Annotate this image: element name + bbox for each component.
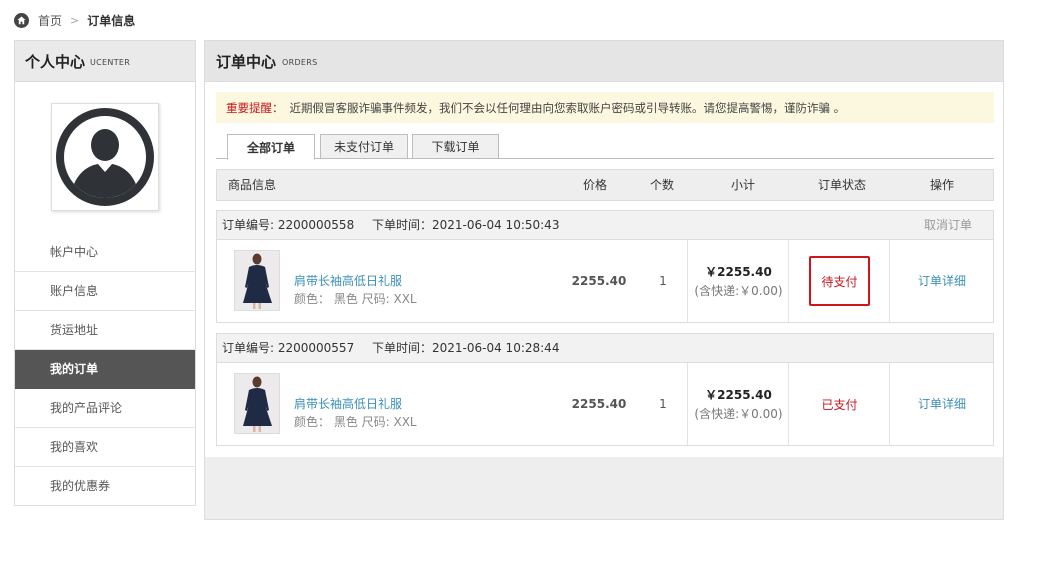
product-qty: 1	[659, 274, 667, 288]
product-thumbnail[interactable]	[234, 250, 280, 311]
shipping-fee: (含快递:￥0.00)	[694, 284, 783, 298]
column-header-status: 订单状态	[818, 178, 867, 192]
sidebar-nav: 帐户中心 账户信息 货运地址 我的订单 我的产品评论 我的喜欢 我的优惠券	[15, 233, 195, 506]
main-body: 重要提醒： 近期假冒客服诈骗事件频发，我们不会以任何理由向您索取账户密码或引导转…	[205, 82, 1003, 457]
product-price: 2255.40	[571, 274, 627, 288]
tab-download-orders[interactable]: 下载订单	[412, 134, 499, 159]
sidebar-header: 个人中心 UCENTER	[15, 41, 195, 82]
product-name-link[interactable]: 肩带长袖高低日礼服	[294, 272, 402, 289]
tab-all-orders[interactable]: 全部订单	[227, 134, 315, 160]
tab-unpaid-orders[interactable]: 未支付订单	[320, 134, 408, 159]
breadcrumb-current: 订单信息	[87, 13, 136, 28]
order-item-row: 肩带长袖高低日礼服 颜色： 黑色 尺码: XXL 2255.40 1 ￥2255…	[217, 363, 993, 445]
sidebar-item-account-center[interactable]: 帐户中心	[15, 233, 195, 272]
sidebar-item-account-info[interactable]: 账户信息	[15, 272, 195, 311]
order-tabs: 全部订单 未支付订单 下载订单	[216, 131, 994, 160]
sidebar-item-shipping-address[interactable]: 货运地址	[15, 311, 195, 350]
product-name-link[interactable]: 肩带长袖高低日礼服	[294, 395, 402, 412]
order-detail-link[interactable]: 订单详细	[890, 363, 994, 445]
column-header-subtotal: 小计	[731, 178, 756, 192]
order-header: 订单编号: 2200000558 下单时间：2021-06-04 10:50:4…	[217, 211, 993, 240]
page-subtitle: ORDERS	[282, 58, 318, 67]
security-notice: 重要提醒： 近期假冒客服诈骗事件频发，我们不会以任何理由向您索取账户密码或引导转…	[216, 92, 994, 123]
order-number: 订单编号: 2200000557	[222, 341, 355, 355]
product-spec: 颜色： 黑色 尺码: XXL	[294, 292, 417, 306]
subtotal-amount: ￥2255.40	[705, 265, 772, 279]
pending-payment-highlight[interactable]: 待支付	[809, 256, 870, 306]
cancel-order-button[interactable]: 取消订单	[924, 211, 972, 239]
column-header-action: 操作	[930, 178, 955, 192]
product-spec: 颜色： 黑色 尺码: XXL	[294, 415, 417, 429]
breadcrumb-home-link[interactable]: 首页	[38, 12, 62, 29]
order-status: 待支付	[789, 240, 890, 322]
user-avatar-icon	[56, 108, 154, 206]
order-card: 订单编号: 2200000558 下单时间：2021-06-04 10:50:4…	[216, 210, 994, 323]
status-badge: 待支付	[821, 274, 858, 289]
product-price: 2255.40	[571, 397, 627, 411]
sidebar-item-coupons[interactable]: 我的优惠券	[15, 467, 195, 506]
shipping-fee: (含快递:￥0.00)	[694, 407, 783, 421]
order-time: 下单时间：2021-06-04 10:28:44	[372, 341, 560, 355]
column-header-price: 价格	[583, 178, 608, 192]
status-badge: 已支付	[821, 397, 858, 412]
notice-text: 近期假冒客服诈骗事件频发，我们不会以任何理由向您索取账户密码或引导转账。请您提高…	[289, 100, 846, 115]
order-detail-link[interactable]: 订单详细	[890, 240, 994, 322]
order-item-row: 肩带长袖高低日礼服 颜色： 黑色 尺码: XXL 2255.40 1 ￥2255…	[217, 240, 993, 322]
page-title: 订单中心	[216, 52, 277, 71]
breadcrumb-separator: >	[70, 13, 80, 27]
main-header: 订单中心 ORDERS	[205, 41, 1003, 82]
sidebar-item-product-reviews[interactable]: 我的产品评论	[15, 389, 195, 428]
product-qty: 1	[659, 397, 667, 411]
sidebar-item-my-orders[interactable]: 我的订单	[15, 350, 195, 389]
table-header: 商品信息 价格 个数 小计 订单状态 操作	[216, 169, 994, 201]
order-time: 下单时间：2021-06-04 10:50:43	[372, 218, 560, 232]
column-header-qty: 个数	[650, 178, 675, 192]
breadcrumb: 首页 > 订单信息	[14, 10, 135, 30]
order-subtotal: ￥2255.40 (含快递:￥0.00)	[688, 240, 789, 322]
sidebar: 个人中心 UCENTER 帐户中心 账户信息 货运地址 我的订单 我的产品评论 …	[14, 40, 196, 506]
column-header-product: 商品信息	[228, 178, 277, 192]
home-icon[interactable]	[14, 12, 29, 28]
product-thumbnail[interactable]	[234, 373, 280, 434]
order-status: 已支付	[789, 363, 890, 445]
order-card: 订单编号: 2200000557 下单时间：2021-06-04 10:28:4…	[216, 333, 994, 446]
sidebar-subtitle: UCENTER	[90, 58, 131, 67]
sidebar-title: 个人中心	[25, 52, 86, 71]
order-subtotal: ￥2255.40 (含快递:￥0.00)	[688, 363, 789, 445]
subtotal-amount: ￥2255.40	[705, 388, 772, 402]
order-center-panel: 订单中心 ORDERS 重要提醒： 近期假冒客服诈骗事件频发，我们不会以任何理由…	[204, 40, 1004, 520]
notice-label: 重要提醒：	[226, 100, 284, 115]
order-number: 订单编号: 2200000558	[222, 218, 355, 232]
avatar	[51, 103, 159, 211]
order-header: 订单编号: 2200000557 下单时间：2021-06-04 10:28:4…	[217, 334, 993, 363]
sidebar-item-favorites[interactable]: 我的喜欢	[15, 428, 195, 467]
